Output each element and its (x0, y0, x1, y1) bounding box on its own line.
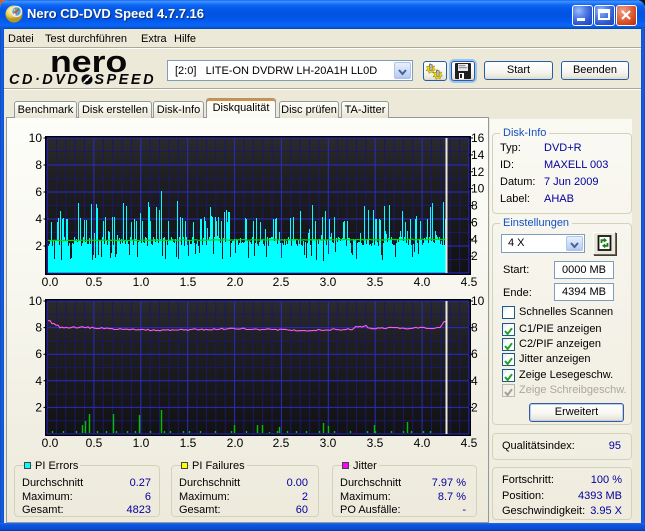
svg-text:3.5: 3.5 (367, 275, 384, 289)
svg-text:2: 2 (35, 239, 42, 253)
svg-text:8: 8 (35, 158, 42, 172)
svg-text:0.5: 0.5 (86, 275, 103, 289)
svg-text:3.5: 3.5 (367, 436, 384, 450)
svg-text:2.5: 2.5 (273, 436, 290, 450)
svg-text:1.0: 1.0 (133, 436, 150, 450)
svg-text:6: 6 (35, 347, 42, 361)
svg-text:0.0: 0.0 (42, 436, 59, 450)
svg-text:6: 6 (35, 185, 42, 199)
svg-text:0.0: 0.0 (42, 275, 59, 289)
svg-text:1.0: 1.0 (133, 275, 150, 289)
svg-text:16: 16 (471, 131, 485, 145)
svg-text:4.5: 4.5 (461, 436, 478, 450)
svg-text:4: 4 (35, 374, 42, 388)
svg-text:4.0: 4.0 (414, 275, 431, 289)
svg-text:4: 4 (35, 212, 42, 226)
svg-text:2: 2 (35, 400, 42, 414)
svg-text:10: 10 (29, 131, 43, 145)
svg-text:8: 8 (35, 321, 42, 335)
svg-text:1.5: 1.5 (180, 275, 197, 289)
svg-text:10: 10 (29, 294, 43, 308)
svg-text:2.0: 2.0 (227, 436, 244, 450)
svg-text:1.5: 1.5 (180, 436, 197, 450)
svg-text:12: 12 (471, 165, 485, 179)
svg-text:2.5: 2.5 (273, 275, 290, 289)
svg-text:0.5: 0.5 (86, 436, 103, 450)
svg-text:14: 14 (471, 148, 485, 162)
svg-text:4.0: 4.0 (414, 436, 431, 450)
svg-text:4.5: 4.5 (461, 275, 478, 289)
svg-text:3.0: 3.0 (320, 436, 337, 450)
svg-text:2.0: 2.0 (227, 275, 244, 289)
svg-text:3.0: 3.0 (320, 275, 337, 289)
svg-text:10: 10 (471, 182, 485, 196)
svg-text:10: 10 (471, 294, 485, 308)
